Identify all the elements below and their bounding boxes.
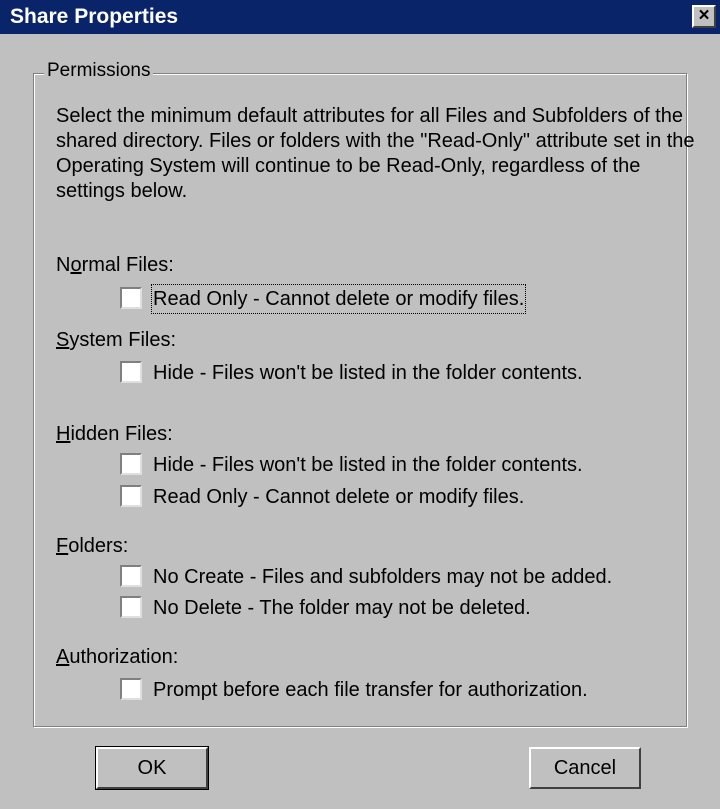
cancel-button[interactable]: Cancel: [529, 747, 641, 789]
checkbox-label[interactable]: Prompt before each file transfer for aut…: [153, 677, 588, 703]
section-authorization: Authorization:: [56, 646, 179, 668]
checkbox-label[interactable]: Hide - Files won't be listed in the fold…: [153, 452, 583, 478]
checkbox-box[interactable]: [120, 453, 142, 475]
checkbox-label[interactable]: Read Only - Cannot delete or modify file…: [153, 484, 524, 510]
checkbox-box[interactable]: [120, 287, 142, 309]
checkbox-box[interactable]: [120, 596, 142, 618]
close-button[interactable]: ×: [692, 5, 716, 28]
checkbox-box[interactable]: [120, 485, 142, 507]
permissions-description: Select the minimum default attributes fo…: [56, 105, 695, 202]
checkbox-box[interactable]: [120, 678, 142, 700]
ok-button[interactable]: OK: [95, 746, 209, 790]
title-bar: Share Properties ×: [0, 0, 720, 34]
section-folders: Folders:: [56, 535, 129, 557]
permissions-legend: Permissions: [44, 60, 154, 82]
checkbox-box[interactable]: [120, 565, 142, 587]
checkbox-label[interactable]: Hide - Files won't be listed in the fold…: [153, 360, 583, 386]
checkbox-label[interactable]: Read Only - Cannot delete or modify file…: [150, 284, 527, 314]
checkbox-label[interactable]: No Create - Files and subfolders may not…: [153, 564, 612, 590]
section-normal-files: Normal Files:: [56, 254, 174, 276]
section-system-files: System Files:: [56, 329, 177, 351]
section-hidden-files: Hidden Files:: [56, 423, 173, 445]
checkbox-box[interactable]: [120, 361, 142, 383]
share-properties-dialog: Share Properties × Permissions Select th…: [0, 0, 720, 809]
close-icon: ×: [698, 5, 710, 26]
checkbox-label[interactable]: No Delete - The folder may not be delete…: [153, 595, 531, 621]
window-title: Share Properties: [10, 5, 179, 28]
